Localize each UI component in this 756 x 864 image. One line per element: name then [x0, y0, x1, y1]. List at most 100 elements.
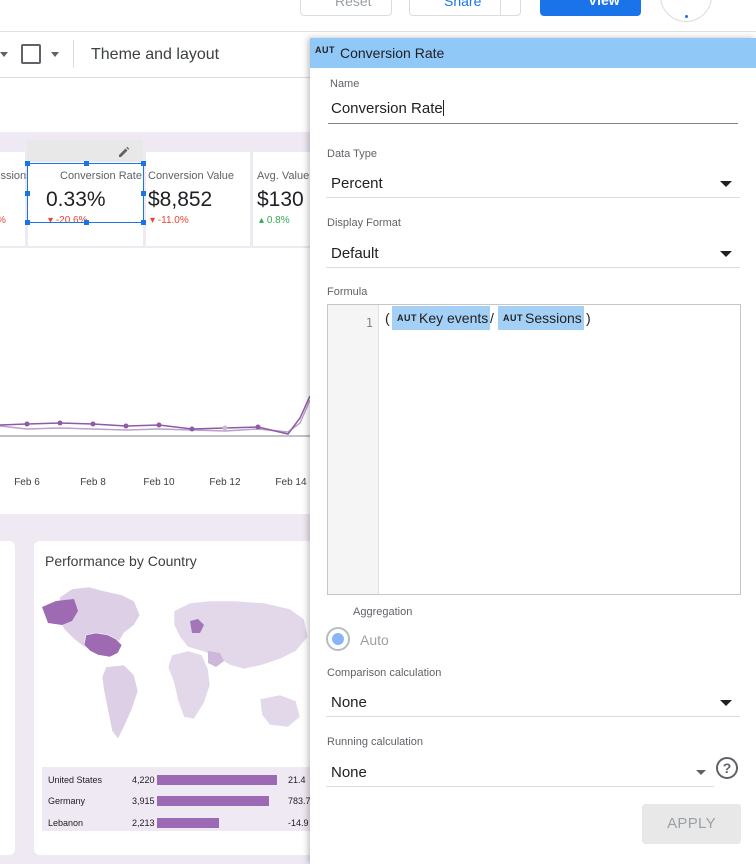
- line-number-gutter: 1: [328, 305, 379, 594]
- running-calculation-select[interactable]: None: [326, 757, 714, 787]
- shape-square-icon[interactable]: [21, 44, 41, 64]
- kpi-delta: ▴ 0.8%: [259, 215, 290, 226]
- table-row[interactable]: United States 4,220 21.4: [42, 770, 310, 790]
- table-row[interactable]: Lebanon 2,213 -14.9: [42, 813, 310, 833]
- kpi-label: Avg. Value: [257, 170, 310, 182]
- formula-editor[interactable]: 1 ( AUT Key events / AUT Sessions ): [327, 304, 741, 595]
- report-canvas[interactable]: Sessions % Conversion Rate 0.33% ▾ -20.6…: [0, 78, 310, 864]
- share-label: Share: [444, 0, 482, 9]
- chevron-down-icon[interactable]: [0, 52, 8, 57]
- line-number: 1: [365, 316, 373, 330]
- bottom-section: Performance by Country United States 4,2…: [0, 514, 310, 864]
- series-point: [123, 423, 129, 429]
- resize-handle[interactable]: [84, 220, 89, 225]
- formula-field-chip-sessions[interactable]: AUT Sessions: [498, 306, 584, 330]
- resize-handle[interactable]: [141, 191, 146, 196]
- country-name: Lebanon: [48, 818, 84, 828]
- kpi-label: Conversion Value: [148, 170, 235, 182]
- top-app-bar: Reset Share View: [0, 0, 756, 32]
- view-label: View: [588, 0, 620, 8]
- aggregation-label: Aggregation: [353, 606, 413, 618]
- aggregation-auto-label: Auto: [360, 632, 389, 648]
- chevron-down-icon: [720, 251, 732, 257]
- chevron-down-icon[interactable]: [51, 52, 59, 57]
- display-format-label: Display Format: [327, 217, 401, 229]
- country-value: 4,220: [132, 775, 155, 785]
- running-calculation-value: None: [331, 764, 367, 781]
- world-map-icon: [42, 586, 309, 740]
- data-type-label: Data Type: [327, 148, 377, 160]
- kpi-card-sessions[interactable]: Sessions %: [0, 152, 32, 246]
- share-button[interactable]: Share: [409, 0, 521, 16]
- series-point: [222, 425, 228, 431]
- x-tick-label: Feb 14: [275, 477, 307, 488]
- display-format-select[interactable]: Default: [326, 238, 740, 268]
- toolbar-divider: [73, 40, 74, 68]
- country-bar: [157, 775, 277, 785]
- panel-header: AUT Conversion Rate: [310, 38, 756, 68]
- country-bar: [157, 818, 219, 828]
- resize-handle[interactable]: [25, 161, 30, 166]
- data-type-value: Percent: [331, 175, 383, 192]
- series-point: [189, 426, 195, 432]
- kpi-value: $130: [257, 188, 304, 211]
- help-icon[interactable]: ?: [716, 757, 738, 779]
- timeseries-chart[interactable]: Feb 6 Feb 8 Feb 10 Feb 12 Feb 14: [0, 248, 310, 514]
- name-label: Name: [330, 78, 360, 90]
- formula-close-paren: ): [586, 310, 591, 326]
- chip-label: Sessions: [525, 310, 582, 326]
- view-button[interactable]: View: [540, 0, 641, 16]
- comparison-calculation-label: Comparison calculation: [327, 667, 442, 679]
- formula-field-chip-key-events[interactable]: AUT Key events: [392, 306, 490, 330]
- theme-and-layout-button[interactable]: Theme and layout: [91, 46, 219, 64]
- selection-frame[interactable]: [25, 161, 146, 225]
- series-point: [90, 421, 96, 427]
- chevron-down-icon: [696, 770, 706, 775]
- auto-field-type-icon: AUT: [315, 45, 335, 55]
- resize-handle[interactable]: [25, 220, 30, 225]
- formula-operator: /: [490, 310, 494, 326]
- formula-label: Formula: [327, 286, 368, 298]
- timeseries-chart-svg: Feb 6 Feb 8 Feb 10 Feb 12 Feb 14: [0, 395, 310, 488]
- auto-field-type-icon: AUT: [397, 313, 417, 323]
- card-title: Performance by Country: [45, 553, 197, 569]
- kpi-delta: %: [0, 215, 6, 226]
- report-card[interactable]: [0, 541, 15, 855]
- country-name: United States: [48, 775, 103, 785]
- chip-label: Key events: [419, 310, 489, 326]
- text-cursor: [442, 100, 444, 116]
- country-change: -14.9: [288, 818, 309, 828]
- kpi-delta-value: 0.8%: [266, 215, 290, 226]
- country-table[interactable]: United States 4,220 21.4 Germany 3,915 7…: [42, 767, 310, 831]
- resize-handle[interactable]: [84, 161, 89, 166]
- series-point: [57, 420, 63, 426]
- table-row[interactable]: Germany 3,915 783.7: [42, 791, 310, 811]
- reset-label: Reset: [335, 0, 372, 9]
- comparison-calculation-select[interactable]: None: [326, 687, 740, 717]
- country-change: 21.4: [288, 775, 306, 785]
- resize-handle[interactable]: [141, 161, 146, 166]
- country-value: 2,213: [132, 818, 155, 828]
- resize-handle[interactable]: [141, 220, 146, 225]
- more-options-button[interactable]: [660, 0, 712, 22]
- kpi-card-avg-value[interactable]: Avg. Value $130 ▴ 0.8%: [253, 152, 310, 246]
- resize-handle[interactable]: [25, 191, 30, 196]
- pencil-icon[interactable]: [118, 146, 130, 158]
- chevron-down-icon: [720, 700, 732, 706]
- aggregation-auto-radio[interactable]: [326, 627, 350, 651]
- field-editor-panel: AUT Conversion Rate Name Conversion Rate…: [310, 38, 756, 864]
- name-input-value: Conversion Rate: [331, 100, 443, 117]
- apply-button[interactable]: APPLY: [642, 804, 741, 844]
- auto-field-type-icon: AUT: [503, 313, 523, 323]
- country-performance-card[interactable]: Performance by Country United States 4,2…: [34, 541, 310, 855]
- kpi-value: $8,852: [148, 188, 213, 211]
- kpi-delta-value: -11.0%: [157, 215, 189, 226]
- data-type-select[interactable]: Percent: [326, 168, 740, 198]
- reset-button[interactable]: Reset: [300, 0, 392, 16]
- x-tick-label: Feb 8: [80, 477, 106, 488]
- formula-open-paren: (: [385, 310, 390, 326]
- chevron-down-icon: [720, 181, 732, 187]
- country-name: Germany: [48, 796, 86, 806]
- name-input[interactable]: Conversion Rate: [328, 94, 738, 124]
- kpi-card-conversion-value[interactable]: Conversion Value $8,852 ▾ -11.0%: [146, 152, 250, 246]
